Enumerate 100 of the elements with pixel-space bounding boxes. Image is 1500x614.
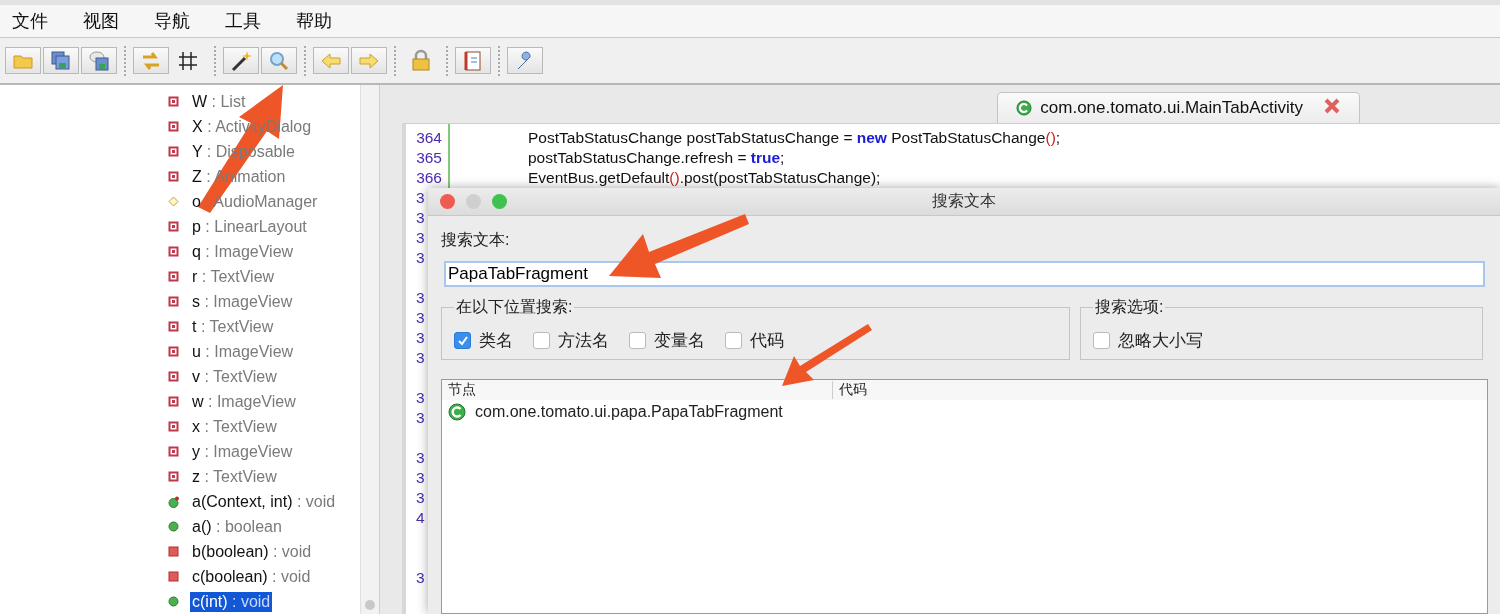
line-number: 3 bbox=[416, 349, 425, 366]
menu-item[interactable]: 导航 bbox=[146, 9, 203, 33]
line-number: 3 bbox=[416, 329, 425, 346]
check-icon bbox=[456, 334, 469, 347]
tree-item[interactable]: x : TextView bbox=[190, 416, 279, 437]
private-field-icon bbox=[168, 270, 180, 283]
tree-item[interactable]: q : ImageView bbox=[190, 241, 296, 262]
tree-item[interactable]: a() : boolean bbox=[190, 516, 284, 537]
group-title: 搜索选项: bbox=[1094, 297, 1165, 317]
tree-item[interactable]: c(boolean) : void bbox=[190, 566, 313, 587]
class-icon bbox=[448, 403, 466, 421]
close-icon bbox=[1323, 96, 1341, 115]
line-number: 365 bbox=[415, 148, 443, 168]
line-number: 364 bbox=[415, 128, 443, 148]
line-number: 3 bbox=[416, 289, 425, 306]
public-method-icon bbox=[168, 595, 180, 608]
editor-tab[interactable]: com.one.tomato.ui.MainTabActivity bbox=[997, 92, 1360, 123]
dialog-title: 搜索文本 bbox=[932, 192, 996, 209]
tree-item[interactable]: r : TextView bbox=[190, 266, 277, 287]
checkbox-label: 类名 bbox=[479, 330, 513, 352]
result-item[interactable]: com.one.tomato.ui.papa.PapaTabFragment bbox=[475, 403, 783, 421]
forward-arrow-button[interactable] bbox=[351, 47, 387, 74]
tree-item[interactable]: y : ImageView bbox=[190, 441, 295, 462]
private-field-icon bbox=[168, 345, 180, 358]
magic-wand-button[interactable] bbox=[223, 47, 259, 74]
line-number: 3 bbox=[416, 489, 425, 506]
private-field-icon bbox=[168, 445, 180, 458]
disks-button[interactable] bbox=[43, 47, 79, 74]
checkbox[interactable] bbox=[629, 332, 646, 349]
tree-item[interactable]: b(boolean) : void bbox=[190, 541, 314, 562]
tree-item[interactable]: v : TextView bbox=[190, 366, 279, 387]
notebook-button[interactable] bbox=[455, 47, 491, 74]
column-header[interactable]: 代码 bbox=[833, 381, 867, 399]
field-label: 搜索文本: bbox=[441, 230, 511, 250]
group-title: 在以下位置搜索: bbox=[455, 297, 574, 317]
private-field-icon bbox=[168, 145, 180, 158]
private-method-icon bbox=[168, 570, 180, 583]
checkbox[interactable] bbox=[1093, 332, 1110, 349]
tree-item[interactable]: s : ImageView bbox=[190, 291, 295, 312]
checkbox[interactable] bbox=[533, 332, 550, 349]
checkbox-label: 方法名 bbox=[558, 330, 609, 352]
private-field-icon bbox=[168, 220, 180, 233]
line-number: 3 bbox=[416, 569, 425, 586]
line-number: 3 bbox=[416, 189, 425, 206]
line-number: 3 bbox=[416, 409, 425, 426]
disks-icon bbox=[49, 48, 73, 73]
checkbox[interactable] bbox=[454, 332, 471, 349]
folder-button[interactable] bbox=[5, 47, 41, 74]
private-field-icon bbox=[168, 420, 180, 433]
code-line: EventBus.getDefault().post(postTabStatusChange); bbox=[528, 168, 882, 188]
lock-icon bbox=[409, 48, 433, 73]
private-field-icon bbox=[168, 245, 180, 258]
line-number: 3 bbox=[416, 449, 425, 466]
code-line: postTabStatusChange.refresh = true; bbox=[528, 148, 786, 168]
disk-icon bbox=[87, 48, 111, 73]
line-number: 3 bbox=[416, 229, 425, 246]
private-field-icon bbox=[168, 470, 180, 483]
back-arrow-button[interactable] bbox=[313, 47, 349, 74]
checkbox-label: 忽略大小写 bbox=[1118, 330, 1203, 352]
tree-item[interactable]: w : ImageView bbox=[190, 391, 298, 412]
tree-item[interactable]: u : ImageView bbox=[190, 341, 296, 362]
menu-item[interactable]: 工具 bbox=[217, 9, 274, 33]
disk-button[interactable] bbox=[81, 47, 117, 74]
class-icon bbox=[1016, 100, 1033, 116]
checkbox[interactable] bbox=[725, 332, 742, 349]
code-line: PostTabStatusChange postTabStatusChange = new PostTabStatusChange(); bbox=[528, 128, 1061, 148]
checkbox-label: 变量名 bbox=[654, 330, 705, 352]
tree-item[interactable]: z : TextView bbox=[190, 466, 279, 487]
private-field-icon bbox=[168, 95, 180, 108]
menu-item[interactable]: 视图 bbox=[75, 9, 132, 33]
private-field-icon bbox=[168, 295, 180, 308]
menu-item[interactable]: 帮助 bbox=[288, 9, 345, 33]
line-number: 3 bbox=[416, 209, 425, 226]
line-number: 366 bbox=[415, 168, 443, 188]
line-number: 3 bbox=[416, 249, 425, 266]
search-field[interactable]: PapaTabFragment bbox=[444, 261, 1485, 287]
private-field-icon bbox=[168, 370, 180, 383]
private-field-icon bbox=[168, 170, 180, 183]
line-number: 4 bbox=[416, 509, 425, 526]
tree-item[interactable]: W : List bbox=[190, 91, 248, 112]
tree-item[interactable]: c(int) : void bbox=[190, 591, 273, 612]
line-number: 3 bbox=[416, 469, 425, 486]
tree-item[interactable]: a(Context, int) : void bbox=[190, 491, 338, 512]
private-field-icon bbox=[168, 395, 180, 408]
checkbox-label: 代码 bbox=[750, 330, 784, 352]
scrollbar-thumb[interactable] bbox=[365, 600, 375, 610]
line-number: 3 bbox=[416, 389, 425, 406]
private-field-icon bbox=[168, 120, 180, 133]
tree-item[interactable]: p : LinearLayout bbox=[190, 216, 309, 237]
diamond-icon bbox=[168, 195, 180, 208]
zoom-button[interactable] bbox=[492, 194, 507, 209]
static-method-icon bbox=[168, 495, 180, 508]
tree-item[interactable]: t : TextView bbox=[190, 316, 276, 337]
line-number: 3 bbox=[416, 309, 425, 326]
private-field-icon bbox=[168, 320, 180, 333]
minimize-button[interactable] bbox=[466, 194, 481, 209]
tab-title: com.one.tomato.ui.MainTabActivity bbox=[1040, 98, 1303, 118]
private-method-icon bbox=[168, 545, 180, 558]
menu-item[interactable]: 文件 bbox=[4, 9, 61, 33]
close-button[interactable] bbox=[440, 194, 455, 209]
